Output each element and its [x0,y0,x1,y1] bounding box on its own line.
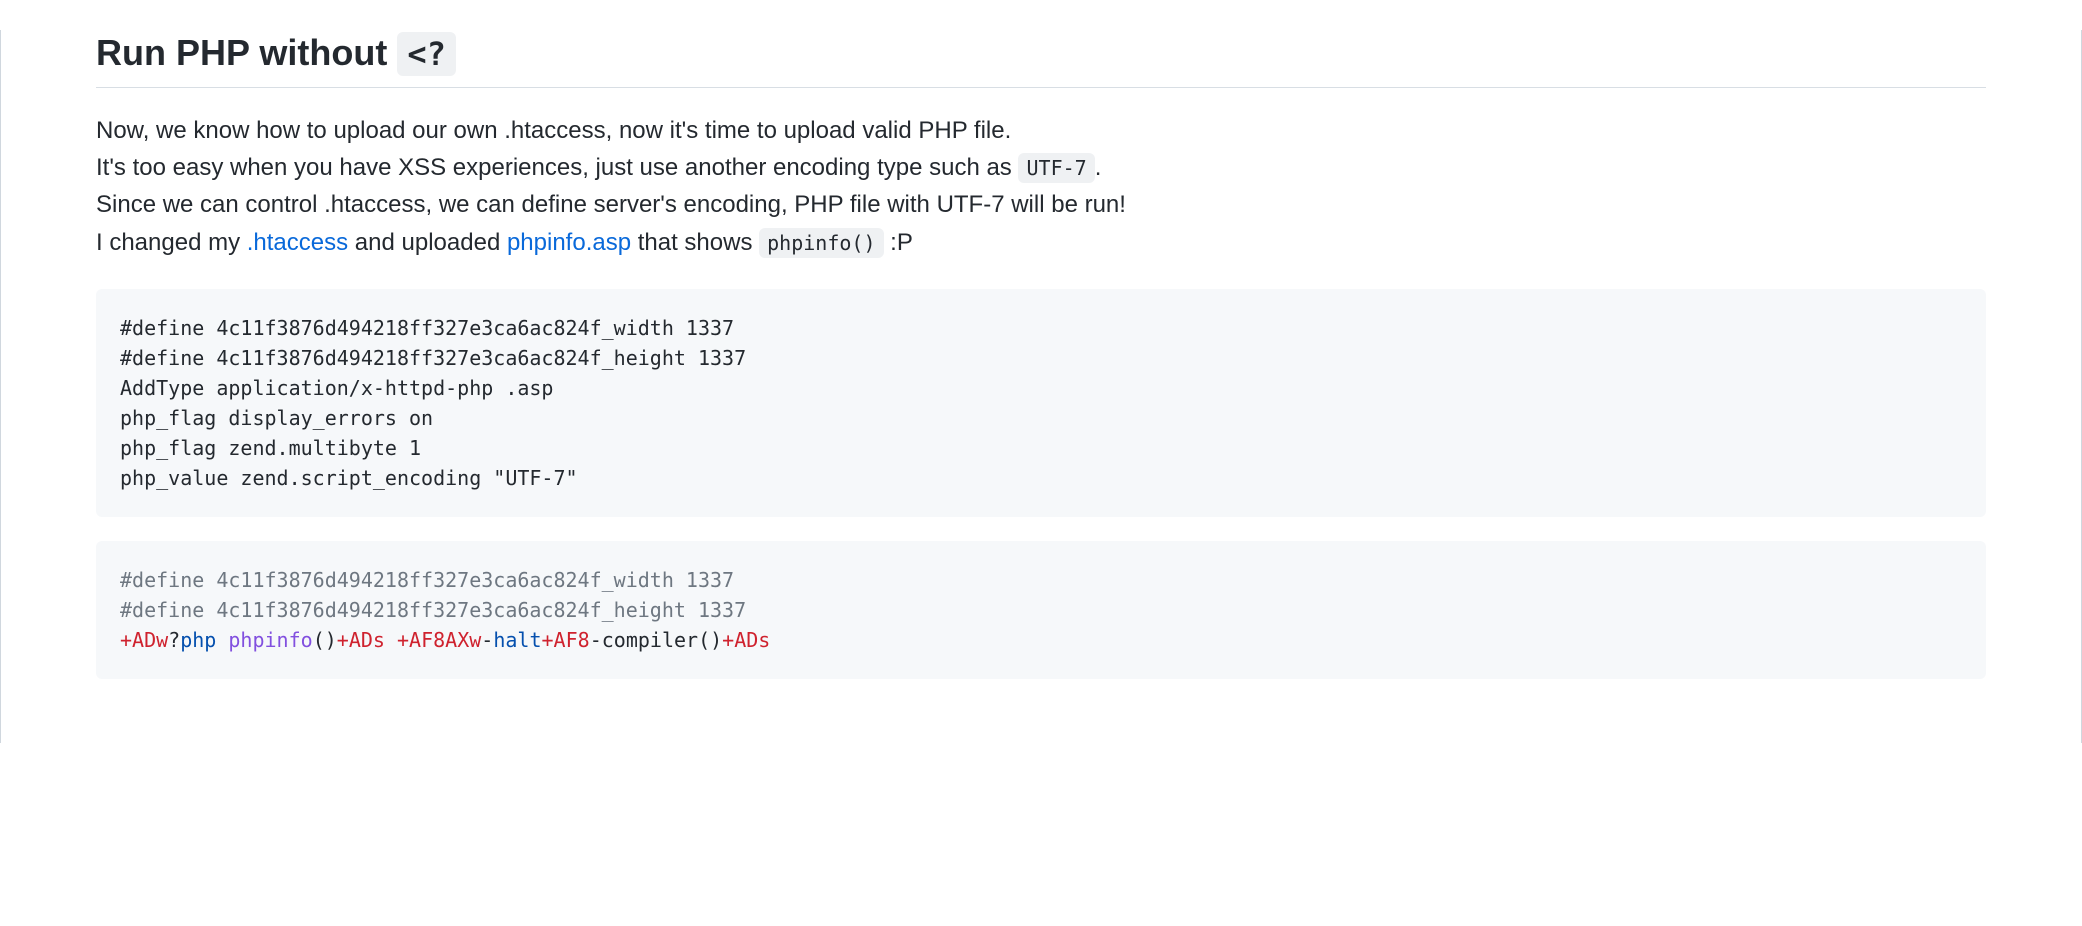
text-span: I changed my [96,229,247,256]
inline-code-phpinfo: phpinfo() [759,228,883,258]
code-token [216,628,228,652]
document-container: Run PHP without <? Now, we know how to u… [0,30,2082,743]
text-span: :P [884,229,913,256]
code-token: +ADs [722,628,770,652]
code-token: php [180,628,216,652]
code-token: compiler() [602,628,722,652]
paragraph-block: Now, we know how to upload our own .htac… [96,112,1986,261]
code-token [385,628,397,652]
code-token: +AF8AXw [397,628,481,652]
code-token: +ADs [337,628,385,652]
paragraph-line-4: I changed my .htaccess and uploaded phpi… [96,224,1986,261]
inline-code-utf7: UTF-7 [1018,153,1094,183]
code-block-htaccess: #define 4c11f3876d494218ff327e3ca6ac824f… [96,289,1986,517]
code-token: phpinfo [228,628,312,652]
heading-text: Run PHP without [96,32,397,73]
code-comment: #define 4c11f3876d494218ff327e3ca6ac824f… [120,568,734,592]
code-comment: #define 4c11f3876d494218ff327e3ca6ac824f… [120,598,746,622]
code-token: +AF8 [542,628,590,652]
text-span: and uploaded [348,229,507,256]
section-heading: Run PHP without <? [96,30,1986,88]
code-block-php-utf7: #define 4c11f3876d494218ff327e3ca6ac824f… [96,541,1986,679]
code-token: - [481,628,493,652]
code-token: () [313,628,337,652]
text-span: . [1095,154,1102,181]
heading-code: <? [397,32,456,76]
code-token: +ADw [120,628,168,652]
code-token: ? [168,628,180,652]
code-token: halt [493,628,541,652]
text-span: It's too easy when you have XSS experien… [96,154,1018,181]
link-htaccess[interactable]: .htaccess [247,229,348,256]
paragraph-line-3: Since we can control .htaccess, we can d… [96,186,1986,223]
paragraph-line-2: It's too easy when you have XSS experien… [96,149,1986,186]
paragraph-line-1: Now, we know how to upload our own .htac… [96,112,1986,149]
text-span: that shows [631,229,759,256]
code-token: - [590,628,602,652]
link-phpinfo-asp[interactable]: phpinfo.asp [507,229,631,256]
